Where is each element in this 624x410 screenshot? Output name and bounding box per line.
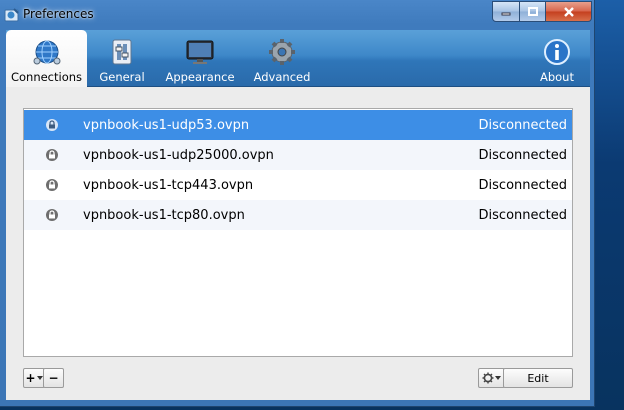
maximize-icon — [527, 6, 538, 16]
monitor-icon — [186, 40, 214, 64]
lock-icon — [46, 209, 58, 221]
close-icon — [563, 6, 574, 17]
minimize-button[interactable] — [492, 1, 520, 22]
info-icon — [544, 39, 570, 65]
tab-label: General — [99, 70, 145, 84]
connection-name: vpnbook-us1-tcp80.ovpn — [83, 207, 245, 223]
connection-name: vpnbook-us1-udp25000.ovpn — [83, 147, 274, 163]
preferences-window: Preferences Connections General Appearan… — [0, 0, 595, 407]
connection-status: Disconnected — [478, 147, 567, 163]
close-button[interactable] — [546, 1, 592, 22]
add-connection-button[interactable]: + — [23, 368, 45, 388]
add-label: + — [25, 371, 36, 385]
edit-button[interactable]: Edit — [503, 368, 573, 388]
settings-menu-button[interactable] — [478, 368, 505, 388]
tab-label: Advanced — [253, 70, 311, 84]
client-area: Connections General Appearance Advanced … — [6, 30, 590, 400]
connection-row[interactable]: vpnbook-us1-udp53.ovpn Disconnected — [24, 110, 572, 140]
connection-row[interactable]: vpnbook-us1-udp25000.ovpn Disconnected — [24, 140, 572, 170]
about-label: About — [539, 70, 574, 84]
switch-panel-icon — [112, 39, 132, 65]
tab-label: Connections — [10, 70, 83, 84]
connection-status: Disconnected — [478, 207, 567, 223]
connection-row[interactable]: vpnbook-us1-tcp80.ovpn Disconnected — [24, 200, 572, 230]
globe-network-icon — [33, 40, 60, 65]
tab-general[interactable]: General — [90, 30, 154, 86]
gear-icon — [269, 39, 295, 65]
maximize-button[interactable] — [520, 1, 546, 22]
tab-connections[interactable]: Connections — [6, 30, 87, 87]
gear-icon — [482, 372, 494, 384]
tab-appearance[interactable]: Appearance — [162, 30, 238, 86]
connection-name: vpnbook-us1-tcp443.ovpn — [83, 177, 254, 193]
about-button[interactable]: About — [533, 30, 581, 86]
minimize-icon — [501, 12, 511, 15]
remove-connection-button[interactable]: − — [43, 368, 64, 388]
lock-icon — [46, 179, 58, 191]
preferences-toolbar: Connections General Appearance Advanced … — [6, 30, 590, 87]
lock-icon — [46, 119, 58, 131]
chevron-down-icon — [36, 376, 43, 380]
tab-label: Appearance — [165, 70, 235, 84]
title-bar[interactable]: Preferences — [0, 0, 594, 30]
remove-label: − — [48, 371, 59, 385]
lock-icon — [46, 149, 58, 161]
connection-row[interactable]: vpnbook-us1-tcp443.ovpn Disconnected — [24, 170, 572, 200]
caption-buttons — [492, 1, 592, 22]
window-title: Preferences — [23, 7, 94, 21]
connections-list[interactable]: vpnbook-us1-udp53.ovpn Disconnected vpnb… — [23, 108, 573, 357]
connection-status: Disconnected — [478, 177, 567, 193]
chevron-down-icon — [495, 376, 501, 380]
connection-status: Disconnected — [478, 117, 567, 133]
connection-name: vpnbook-us1-udp53.ovpn — [83, 117, 250, 133]
tab-advanced[interactable]: Advanced — [246, 30, 318, 86]
app-icon — [4, 8, 19, 22]
